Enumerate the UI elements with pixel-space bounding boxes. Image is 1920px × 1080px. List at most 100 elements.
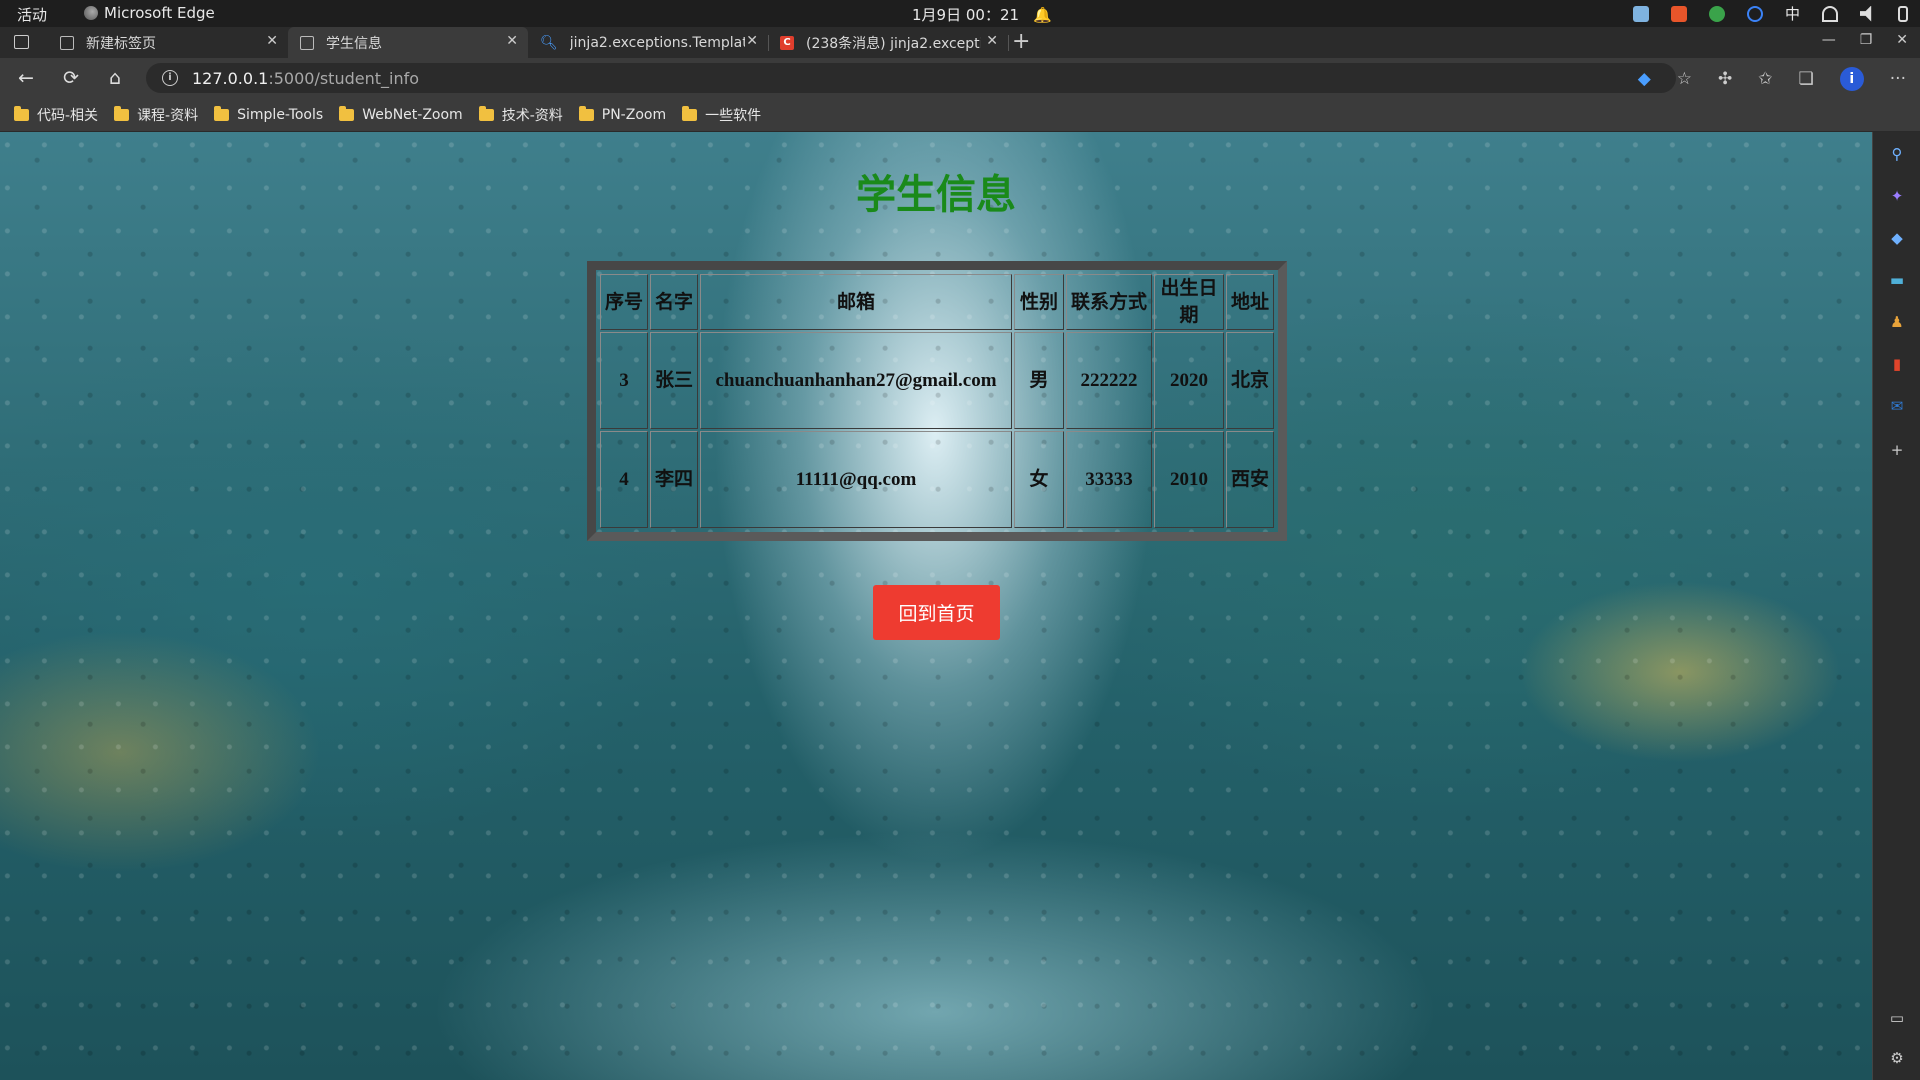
close-window-icon[interactable]: ✕: [1896, 32, 1908, 48]
tray-app-icon[interactable]: [1746, 5, 1763, 22]
extensions-icon[interactable]: ✣: [1718, 69, 1732, 89]
bookmark-folder[interactable]: 代码-相关: [14, 105, 98, 125]
table-header-row: 序号 名字 邮箱 性别 联系方式 出生日期 地址: [600, 274, 1274, 330]
tray-app-icon[interactable]: [1632, 5, 1649, 22]
cell-phone: 222222: [1066, 332, 1152, 429]
cell-email: 11111@qq.com: [700, 431, 1012, 528]
cell-address: 西安: [1226, 431, 1274, 528]
bookmark-folder[interactable]: WebNet-Zoom: [339, 105, 463, 123]
bookmark-folder[interactable]: PN-Zoom: [578, 105, 667, 123]
shopping-tag-icon[interactable]: ◆: [1638, 69, 1651, 89]
tab-csdn[interactable]: C (238条消息) jinja2.excepti ✕: [768, 27, 1009, 58]
close-icon[interactable]: ✕: [506, 33, 518, 49]
toolbar-actions: ◆ ☆ ✣ ✩ ❏ i ···: [1638, 67, 1906, 91]
folder-icon: [578, 105, 594, 121]
close-icon[interactable]: ✕: [986, 33, 998, 49]
os-top-bar: 活动 Microsoft Edge 1月9日 00：21 🔔 中: [0, 0, 1920, 27]
back-button[interactable]: ←: [14, 66, 38, 90]
table-row: 3 张三 chuanchuanhanhan27@gmail.com 男 2222…: [600, 332, 1274, 429]
settings-gear-icon[interactable]: ⚙: [1887, 1048, 1907, 1068]
bookmark-label: 课程-资料: [137, 107, 199, 124]
cell-id: 3: [600, 332, 648, 429]
site-info-icon[interactable]: i: [162, 70, 178, 86]
tab-label: (238条消息) jinja2.excepti: [806, 35, 981, 52]
edge-sidebar: ⚲ ✦ ◆ ▬ ♟ ▮ ✉ + ▭ ⚙: [1872, 132, 1920, 1080]
cell-birth: 2020: [1154, 332, 1224, 429]
column-header: 出生日期: [1154, 274, 1224, 330]
outlook-icon[interactable]: ✉: [1887, 396, 1907, 416]
bookmark-label: Simple-Tools: [237, 106, 324, 123]
favorite-star-icon[interactable]: ☆: [1677, 69, 1692, 89]
page-viewport: 学生信息 序号 名字 邮箱 性别 联系方式 出生日期 地址 3 张三 chuan…: [0, 132, 1872, 1080]
close-icon[interactable]: ✕: [746, 33, 758, 49]
volume-icon[interactable]: [1860, 5, 1872, 22]
csdn-icon: C: [780, 35, 794, 50]
cell-name: 张三: [650, 332, 698, 429]
address-bar[interactable]: i 127.0.0.1 :5000/student_info: [146, 63, 1676, 93]
sidebar-collapse-icon[interactable]: ▭: [1887, 1008, 1907, 1028]
games-icon[interactable]: ♟: [1887, 312, 1907, 332]
tab-label: 学生信息: [326, 35, 382, 52]
column-header: 联系方式: [1066, 274, 1152, 330]
minimize-icon[interactable]: —: [1822, 32, 1836, 48]
bookmark-folder[interactable]: 课程-资料: [114, 105, 198, 125]
back-to-home-button[interactable]: 回到首页: [873, 585, 1000, 640]
bookmark-label: WebNet-Zoom: [362, 106, 463, 123]
column-header: 地址: [1226, 274, 1274, 330]
system-tray: 中: [1632, 3, 1908, 24]
restore-icon[interactable]: ❐: [1860, 32, 1873, 48]
bookmark-folder[interactable]: 一些软件: [682, 105, 761, 125]
tab-strip: 新建标签页 ✕ 学生信息 ✕ 🔍︎ jinja2.exceptions.Temp…: [0, 27, 1920, 58]
tab-label: jinja2.exceptions.Templat: [569, 34, 745, 51]
cell-birth: 2010: [1154, 431, 1224, 528]
edge-app-icon: [84, 6, 98, 20]
bookmark-folder[interactable]: 技术-资料: [478, 105, 563, 125]
home-icon[interactable]: ⌂: [103, 66, 127, 90]
folder-icon: [114, 105, 130, 121]
bookmark-folder[interactable]: Simple-Tools: [214, 105, 324, 123]
tab-new-tab[interactable]: 新建标签页 ✕: [48, 27, 289, 58]
tab-student-info[interactable]: 学生信息 ✕: [288, 27, 528, 58]
column-header: 邮箱: [700, 274, 1012, 330]
bookmark-label: 技术-资料: [501, 107, 563, 124]
bookmark-label: 一些软件: [705, 107, 762, 124]
shopping-icon[interactable]: ◆: [1887, 228, 1907, 248]
search-icon[interactable]: ⚲: [1887, 144, 1907, 164]
bookmarks-bar: 代码-相关 课程-资料 Simple-Tools WebNet-Zoom 技术-…: [0, 98, 1920, 132]
tray-app-icon[interactable]: [1670, 5, 1687, 22]
copilot-icon[interactable]: ✦: [1887, 186, 1907, 206]
page-title: 学生信息: [856, 171, 1016, 218]
close-icon[interactable]: ✕: [266, 33, 278, 49]
clock[interactable]: 1月9日 00：21 🔔: [912, 4, 1052, 25]
window-controls: — ❐ ✕: [1822, 32, 1908, 48]
collections-icon[interactable]: ❏: [1799, 69, 1814, 89]
battery-icon[interactable]: [1898, 5, 1908, 22]
student-table-frame: 序号 名字 邮箱 性别 联系方式 出生日期 地址 3 张三 chuanchuan…: [587, 261, 1287, 541]
app-menu[interactable]: Microsoft Edge: [84, 4, 215, 22]
input-method[interactable]: 中: [1785, 3, 1800, 24]
bookmark-label: PN-Zoom: [601, 106, 667, 123]
new-tab-button[interactable]: +: [1012, 29, 1030, 54]
network-icon[interactable]: [1822, 5, 1838, 22]
more-icon[interactable]: ···: [1890, 69, 1906, 89]
tab-label: 新建标签页: [86, 35, 156, 52]
favorites-icon[interactable]: ✩: [1758, 69, 1772, 89]
tab-actions-icon[interactable]: [14, 35, 29, 49]
refresh-button[interactable]: ⟳: [59, 66, 83, 90]
tab-separator: [1008, 35, 1009, 51]
tools-icon[interactable]: ▬: [1887, 270, 1907, 290]
office-icon[interactable]: ▮: [1887, 354, 1907, 374]
activities-button[interactable]: 活动: [17, 4, 47, 25]
profile-avatar[interactable]: i: [1839, 67, 1864, 91]
cell-gender: 女: [1014, 431, 1064, 528]
folder-icon: [682, 105, 698, 121]
folder-icon: [478, 105, 494, 121]
clock-text: 1月9日 00：21: [912, 6, 1020, 24]
tab-jinja-exception[interactable]: 🔍︎ jinja2.exceptions.Templat ✕: [528, 27, 769, 58]
cell-id: 4: [600, 431, 648, 528]
cell-email: chuanchuanhanhan27@gmail.com: [700, 332, 1012, 429]
add-icon[interactable]: +: [1887, 440, 1907, 460]
column-header: 序号: [600, 274, 648, 330]
column-header: 名字: [650, 274, 698, 330]
tray-app-icon[interactable]: [1708, 5, 1725, 22]
